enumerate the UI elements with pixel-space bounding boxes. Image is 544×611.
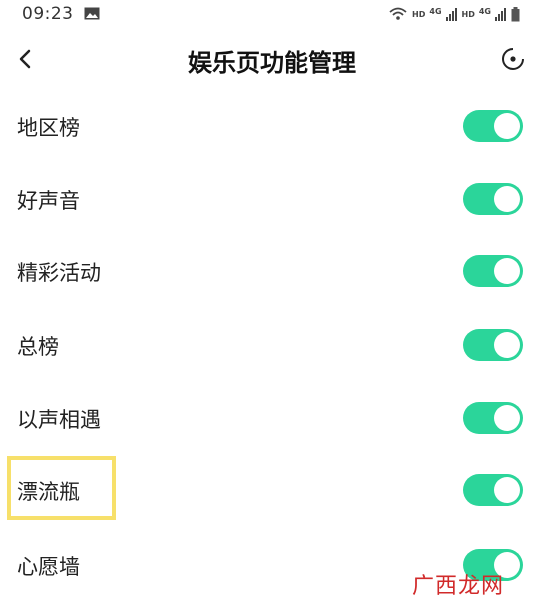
- setting-label: 精彩活动: [17, 261, 101, 285]
- more-circle-icon[interactable]: [498, 44, 528, 74]
- toggle-switch[interactable]: [463, 255, 523, 287]
- battery-icon: [511, 6, 520, 21]
- status-icons: HD 4G HD 4G: [388, 4, 520, 24]
- status-time: 09:23: [22, 4, 74, 24]
- watermark: 广西龙网: [412, 574, 505, 599]
- toggle-knob: [494, 186, 520, 212]
- toggle-knob: [494, 332, 520, 358]
- toggle-knob: [494, 258, 520, 284]
- setting-row-voice-meet: 以声相遇: [0, 388, 544, 448]
- status-bar: 09:23 HD 4G HD 4G: [0, 0, 544, 30]
- network-type-label: 4G: [429, 6, 442, 16]
- signal-icon: [445, 8, 457, 21]
- signal-icon: [495, 8, 506, 21]
- setting-row-total-chart: 总榜: [0, 315, 544, 375]
- setting-label: 好声音: [17, 189, 80, 213]
- setting-label: 总榜: [17, 335, 59, 359]
- toggle-switch[interactable]: [463, 329, 523, 361]
- highlight-box: [7, 456, 116, 520]
- setting-label: 心愿墙: [17, 555, 80, 579]
- setting-row-good-voice: 好声音: [0, 169, 544, 229]
- wifi-icon: [389, 7, 407, 20]
- setting-label: 以声相遇: [17, 408, 101, 432]
- setting-row-region-chart: 地区榜: [0, 96, 544, 156]
- setting-label: 地区榜: [17, 116, 80, 140]
- image-icon: [84, 7, 100, 20]
- toggle-switch[interactable]: [463, 110, 523, 142]
- toggle-switch[interactable]: [463, 402, 523, 434]
- toggle-switch[interactable]: [463, 183, 523, 215]
- hd-label: HD: [461, 9, 475, 19]
- hd-label: HD: [412, 9, 426, 19]
- toggle-switch[interactable]: [463, 474, 523, 506]
- toggle-knob: [494, 477, 520, 503]
- toggle-knob: [494, 405, 520, 431]
- page-title: 娱乐页功能管理: [188, 49, 356, 77]
- nav-header: 娱乐页功能管理: [0, 30, 544, 90]
- toggle-knob: [494, 113, 520, 139]
- setting-row-events: 精彩活动: [0, 241, 544, 301]
- network-type-label: 4G: [478, 6, 491, 16]
